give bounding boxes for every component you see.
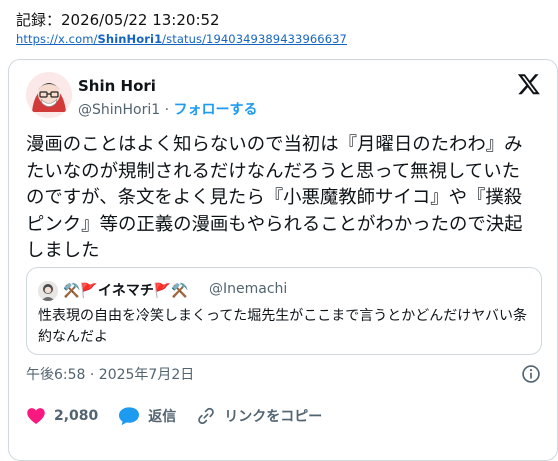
heart-icon	[27, 408, 45, 424]
tweet-timestamp[interactable]: 午後6:58 · 2025年7月2日	[26, 364, 194, 384]
info-icon[interactable]	[521, 364, 541, 384]
avatar[interactable]	[26, 72, 72, 118]
quoted-author-name: ⚒️🚩イネマチ🚩⚒️	[63, 283, 189, 299]
follow-button[interactable]: フォローする	[174, 102, 258, 118]
author-name[interactable]: Shin Hori	[78, 77, 156, 95]
quoted-avatar	[38, 281, 58, 301]
tweet-card: Shin Hori @ShinHori1 · フォローする 漫画のことはよく知ら…	[8, 59, 558, 461]
url-prefix: https://x.com/	[16, 32, 98, 46]
author-handle[interactable]: @ShinHori1	[78, 102, 160, 118]
reply-icon	[119, 407, 140, 426]
reply-button[interactable]: 返信	[118, 406, 176, 426]
tweet-url-link[interactable]: https://x.com/ShinHori1/status/194034938…	[16, 32, 347, 46]
separator-dot: ·	[164, 102, 170, 118]
copy-link-button[interactable]: リンクをコピー	[196, 406, 322, 426]
x-logo-icon[interactable]	[517, 72, 541, 96]
url-username: ShinHori1	[97, 32, 163, 46]
like-button[interactable]: 2,080	[26, 406, 98, 426]
action-bar: 2,080 返信 リンクをコピー	[26, 404, 342, 428]
record-timestamp: 記録：2026/05/22 13:20:52	[16, 11, 220, 29]
quoted-author-handle: @Inemachi	[209, 281, 288, 297]
author-handle-row: @ShinHori1 · フォローする	[78, 99, 258, 119]
quoted-tweet-text: 性表現の自由を冷笑しまくってた堀先生がここまで言うとかどんだけヤバい条約なんだよ	[38, 308, 528, 345]
quoted-tweet[interactable]: ⚒️🚩イネマチ🚩⚒️ @Inemachi 性表現の自由を冷笑しまくってた堀先生が…	[26, 267, 542, 355]
tweet-text: 漫画のことはよく知らないので当初は『月曜日のたわわ』みたいなのが規制されるだけな…	[26, 134, 523, 261]
url-suffix: /status/1940349389433966637	[162, 32, 347, 46]
link-icon	[198, 407, 215, 425]
like-count: 2,080	[54, 408, 99, 424]
copy-link-label: リンクをコピー	[224, 409, 323, 425]
reply-label: 返信	[148, 409, 177, 425]
